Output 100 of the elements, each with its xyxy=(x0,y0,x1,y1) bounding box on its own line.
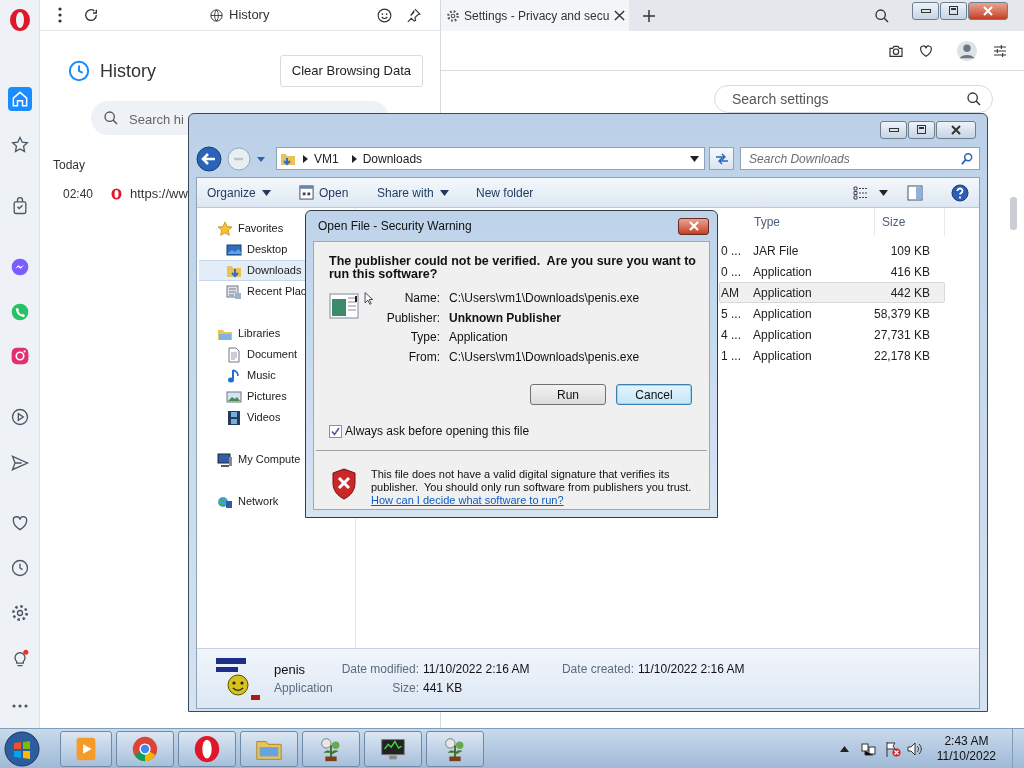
maximize-icon xyxy=(949,6,958,15)
caret-up-icon[interactable] xyxy=(839,745,849,752)
breadcrumb-item[interactable]: VM1 xyxy=(314,149,339,168)
scrollbar-thumb[interactable] xyxy=(1010,197,1017,230)
checkbox-label[interactable]: Always ask before opening this file xyxy=(345,422,530,440)
computer-icon xyxy=(217,451,233,468)
toolbar-button[interactable]: Organize xyxy=(207,180,299,205)
breadcrumb-item[interactable]: Downloads xyxy=(362,149,423,168)
camera-icon xyxy=(9,346,30,366)
minimize-button[interactable] xyxy=(880,120,907,139)
table-cell-text: 0 ... xyxy=(720,242,742,260)
table-cell-text: 58,379 KB xyxy=(872,305,930,323)
table-cell-text: Application xyxy=(753,263,813,281)
file-row[interactable]: 0 ... JAR File 109 KB xyxy=(719,240,945,261)
taskbar-button[interactable] xyxy=(364,730,422,767)
table-cell-text: 0 ... xyxy=(720,263,742,281)
file-row[interactable]: 5 ... Application 58,379 KB xyxy=(719,303,945,324)
landscape-icon xyxy=(226,388,242,405)
film-strip-icon xyxy=(226,409,242,426)
reload-icon[interactable] xyxy=(83,7,99,23)
sidebar-button[interactable] xyxy=(7,87,32,111)
flag-alert-icon[interactable] xyxy=(884,740,901,757)
maximize-icon xyxy=(917,125,926,134)
avatar-icon[interactable] xyxy=(956,39,978,62)
chevron-icon[interactable] xyxy=(300,154,310,163)
search-field[interactable]: Search Downloads xyxy=(740,147,980,170)
field-label: Type: xyxy=(409,329,440,346)
plus-icon[interactable] xyxy=(643,9,655,22)
field-label: From: xyxy=(407,348,440,366)
smiley-icon[interactable] xyxy=(376,6,393,24)
settings-icon xyxy=(9,603,30,623)
search-icon xyxy=(966,91,982,107)
recent-places-icon xyxy=(226,283,242,300)
file-row[interactable]: 0 ... Application 416 KB xyxy=(719,261,945,282)
field-value: Application xyxy=(449,329,509,346)
refresh-button[interactable] xyxy=(709,147,735,170)
close-button[interactable] xyxy=(678,217,709,235)
field-value: C:\Users\vm1\Downloads\penis.exe xyxy=(449,348,640,366)
send-icon xyxy=(9,453,30,473)
help-link[interactable]: How can I decide what software to run? xyxy=(371,494,564,506)
checkbox[interactable] xyxy=(329,424,342,438)
dialog-button[interactable]: Cancel xyxy=(616,384,692,405)
close-icon xyxy=(687,221,700,231)
address-bar[interactable]: VM1 Downloads xyxy=(276,147,706,170)
dialog-title: Open File - Security Warning xyxy=(318,218,472,235)
search-icon[interactable] xyxy=(874,7,890,24)
heart-icon[interactable] xyxy=(918,42,934,59)
maximize-button[interactable] xyxy=(908,120,935,139)
table-cell-text: 109 KB xyxy=(889,242,930,260)
caret-icon[interactable] xyxy=(879,189,888,196)
pin-icon[interactable] xyxy=(405,6,422,24)
file-row[interactable]: AM Application 442 KB xyxy=(719,282,945,303)
detail-value: 11/10/2022 2:16 AM xyxy=(423,660,531,678)
history-title: History xyxy=(100,59,156,83)
close-icon[interactable] xyxy=(614,10,625,21)
more-dots-icon[interactable] xyxy=(11,704,28,708)
section-label: Today xyxy=(53,157,86,174)
maximize-button[interactable] xyxy=(940,1,967,20)
file-row[interactable]: 4 ... Application 27,731 KB xyxy=(719,324,945,345)
sliders-icon[interactable] xyxy=(992,42,1008,59)
table-cell-text: 5 ... xyxy=(720,305,742,323)
caret-icon[interactable] xyxy=(690,155,700,162)
speaker-icon[interactable] xyxy=(906,740,923,757)
desktop-icon xyxy=(226,241,242,258)
history-url-link[interactable]: https://ww xyxy=(130,184,188,204)
refresh-icon xyxy=(714,152,729,165)
browser-tab[interactable]: Settings - Privacy and secu xyxy=(441,0,629,31)
back-button-icon[interactable] xyxy=(196,145,222,172)
view-list-icon[interactable] xyxy=(853,185,869,200)
table-cell-text: Application xyxy=(753,347,813,365)
file-row[interactable]: 1 ... Application 22,178 KB xyxy=(719,345,945,366)
table-cell-text: JAR File xyxy=(753,242,800,260)
column-header[interactable]: Size xyxy=(875,208,945,236)
toolbar-button[interactable]: Share with xyxy=(377,180,476,205)
detail-value: 11/10/2022 2:16 AM xyxy=(638,660,745,678)
help-icon[interactable] xyxy=(951,183,969,202)
toolbar-button[interactable]: Open xyxy=(299,180,377,205)
minimize-button[interactable] xyxy=(912,1,939,20)
taskbar-clock[interactable]: 2:43 AM 11/10/2022 xyxy=(936,733,996,764)
close-button[interactable] xyxy=(968,1,1008,20)
network-icon[interactable] xyxy=(860,740,877,757)
toolbar-button[interactable]: New folder xyxy=(476,180,566,205)
search-icon xyxy=(960,151,974,166)
table-cell-text: 416 KB xyxy=(889,263,930,281)
preview-pane-icon[interactable] xyxy=(907,184,923,201)
kebab-menu-icon[interactable] xyxy=(58,7,62,23)
table-cell-text: 22,178 KB xyxy=(872,347,930,365)
start-orb-icon[interactable] xyxy=(4,730,40,767)
field-label: Publisher: xyxy=(385,309,440,327)
clock-icon xyxy=(9,558,30,578)
close-button[interactable] xyxy=(936,120,976,139)
dialog-button[interactable]: Run xyxy=(530,384,606,405)
clear-browsing-data-button[interactable]: Clear Browsing Data xyxy=(279,55,423,87)
play-circle-icon xyxy=(9,407,30,427)
cursor-icon xyxy=(364,292,373,305)
document-icon xyxy=(226,346,242,363)
column-header[interactable]: Type xyxy=(754,208,875,236)
star-icon xyxy=(217,220,233,237)
table-cell-text: Application xyxy=(753,284,813,302)
opera-logo-icon xyxy=(192,733,222,764)
